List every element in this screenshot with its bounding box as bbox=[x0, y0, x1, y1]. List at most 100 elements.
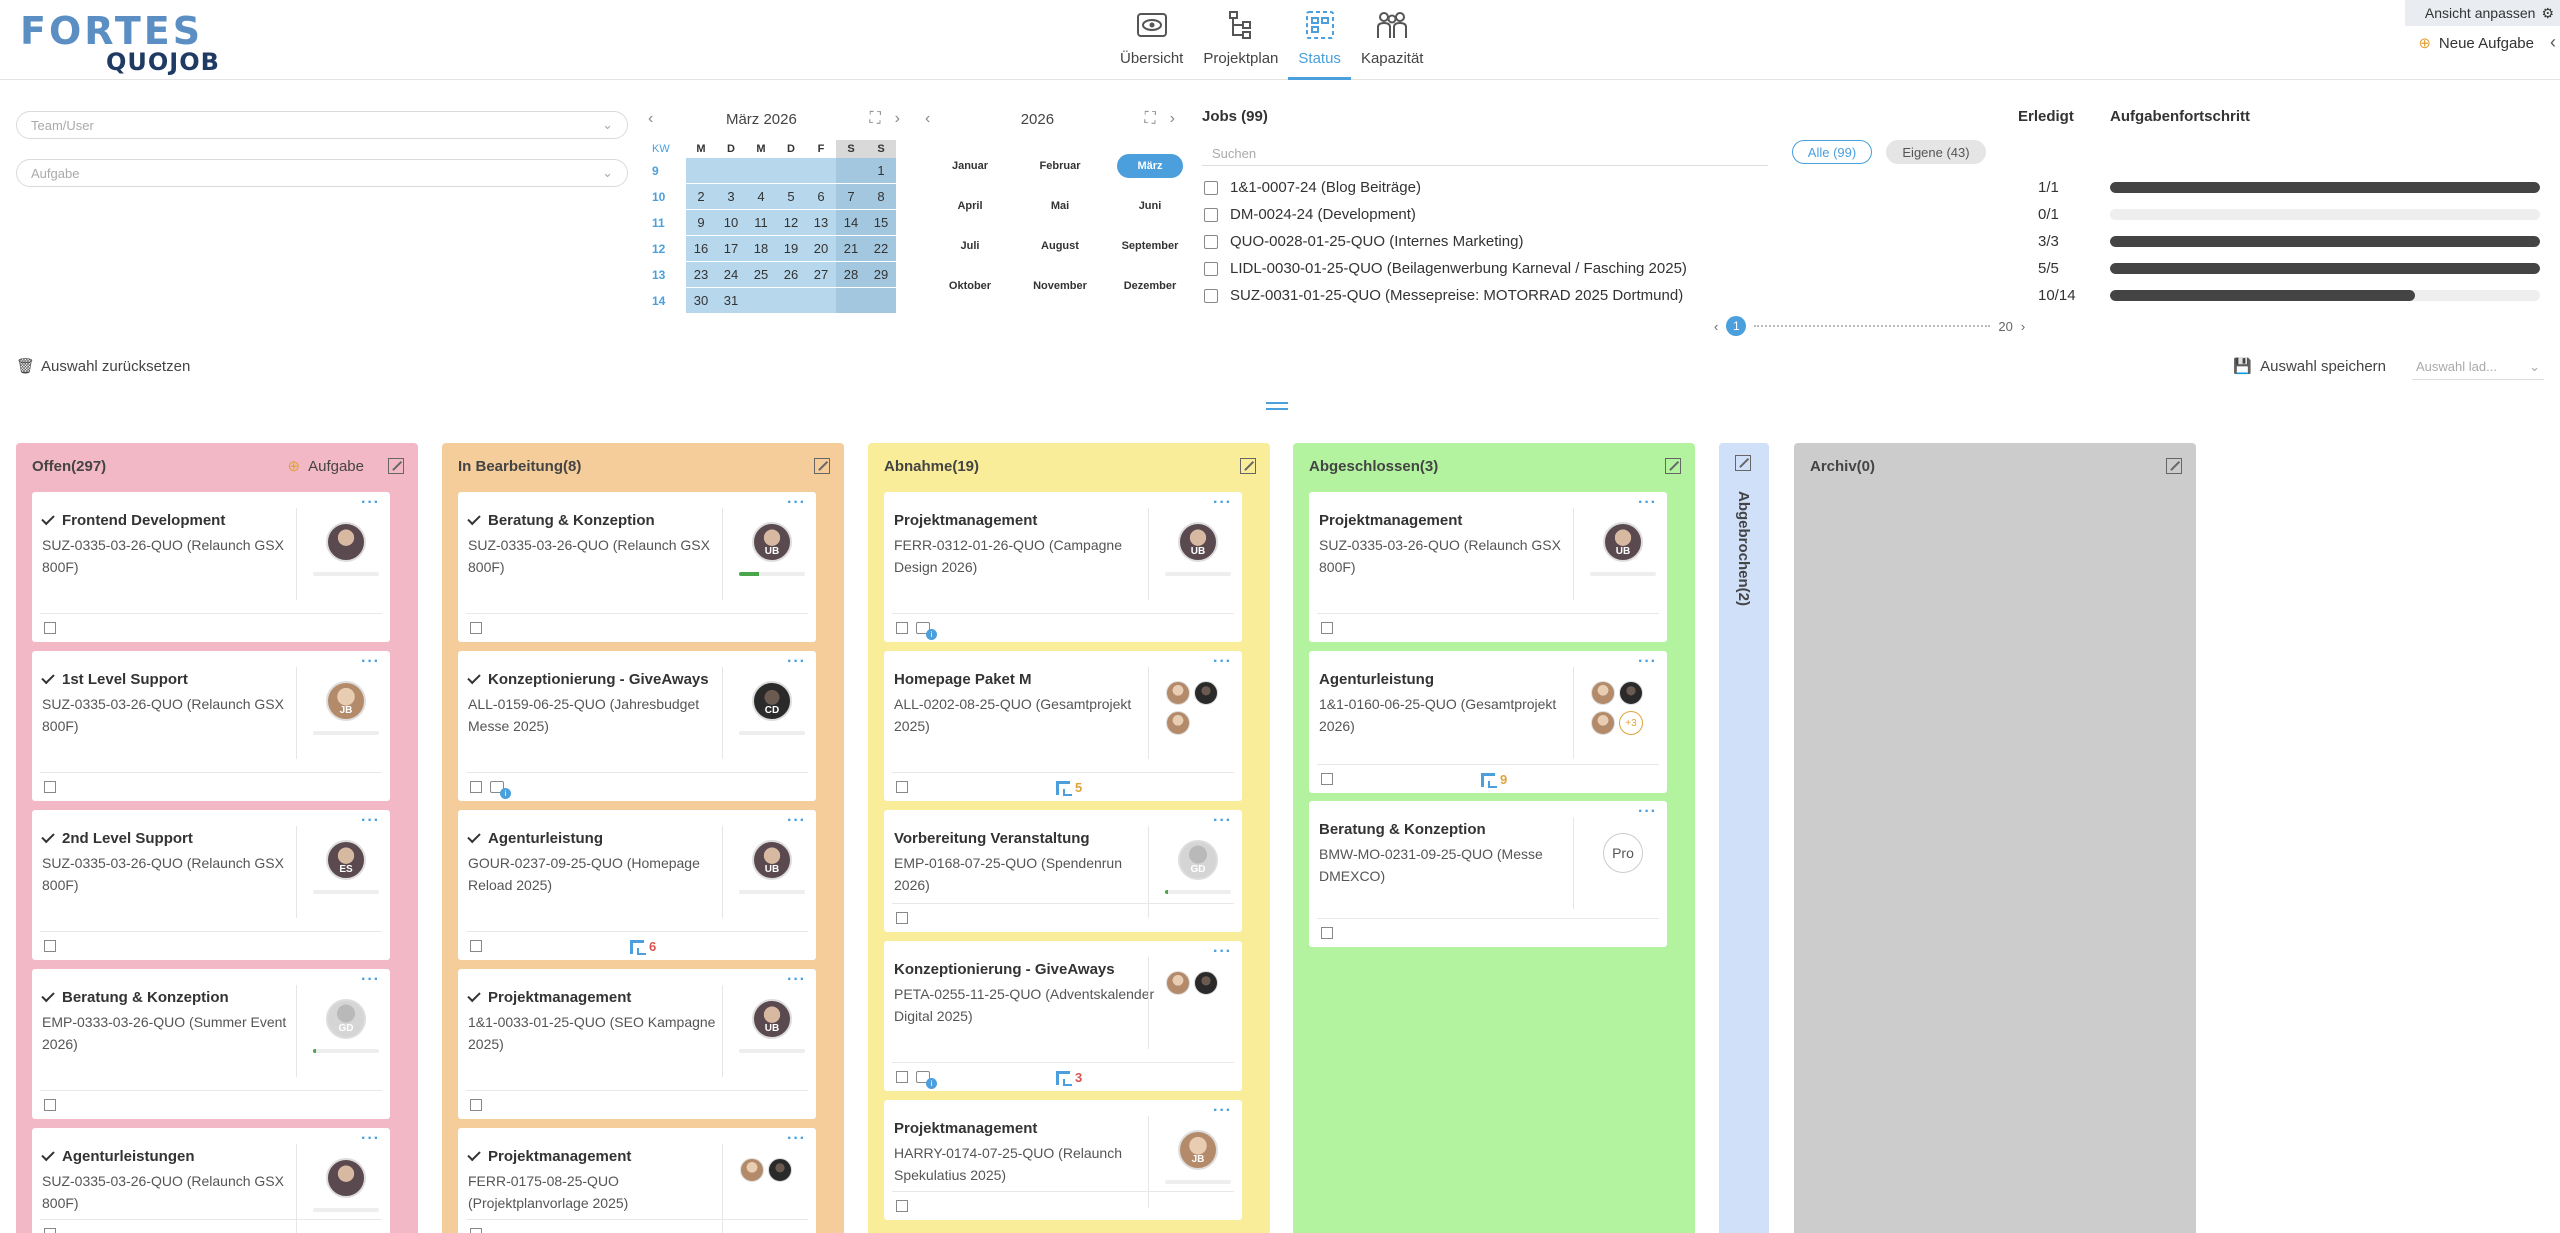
more-options-icon[interactable]: ··· bbox=[361, 812, 380, 830]
calendar-day[interactable]: 14 bbox=[836, 210, 866, 236]
calendar-day[interactable]: 3 bbox=[716, 184, 746, 210]
month-3[interactable]: April bbox=[925, 194, 1015, 218]
calendar-day[interactable]: 23 bbox=[686, 262, 716, 288]
calendar-day[interactable]: 15 bbox=[866, 210, 896, 236]
subtasks-indicator[interactable]: 6 bbox=[630, 939, 656, 955]
task-card[interactable]: ··· Projektmanagement FERR-0312-01-26-QUO … bbox=[884, 492, 1242, 642]
task-card[interactable]: ··· Agenturleistung 1&1-0160-06-25-QUO (Ge… bbox=[1309, 651, 1667, 793]
calendar-day[interactable]: 5 bbox=[776, 184, 806, 210]
job-checkbox[interactable] bbox=[1204, 261, 1218, 276]
edit-icon[interactable] bbox=[896, 1200, 908, 1212]
task-card[interactable]: ··· 1st Level Support SUZ-0335-03-26-QUO (… bbox=[32, 651, 390, 801]
avatar[interactable]: JB bbox=[1178, 1130, 1218, 1170]
job-row[interactable]: QUO-0028-01-25-QUO (Internes Marketing) 3… bbox=[1202, 228, 2542, 255]
task-card[interactable]: ··· Frontend Development SUZ-0335-03-26-QU… bbox=[32, 492, 390, 642]
calendar-day[interactable]: 8 bbox=[866, 184, 896, 210]
jobs-search-input[interactable]: Suchen bbox=[1202, 142, 1768, 166]
nav-kapazitaet[interactable]: Kapazität bbox=[1351, 0, 1434, 80]
task-card[interactable]: ··· Projektmanagement SUZ-0335-03-26-QUO (… bbox=[1309, 492, 1667, 642]
more-assignees-badge[interactable]: +3 bbox=[1619, 711, 1643, 735]
avatar[interactable]: JB bbox=[326, 681, 366, 721]
avatar[interactable] bbox=[1591, 681, 1615, 705]
calendar-day[interactable]: 21 bbox=[836, 236, 866, 262]
filter-all-button[interactable]: Alle (99) bbox=[1792, 140, 1872, 164]
edit-icon[interactable] bbox=[44, 1099, 56, 1111]
edit-icon[interactable] bbox=[896, 622, 908, 634]
avatar-pro[interactable]: Pro bbox=[1603, 833, 1643, 873]
calendar-day[interactable]: 26 bbox=[776, 262, 806, 288]
neue-aufgabe-button[interactable]: ⊕ Neue Aufgabe bbox=[2418, 34, 2534, 53]
edit-icon[interactable] bbox=[1321, 622, 1333, 634]
task-card[interactable]: ··· 2nd Level Support SUZ-0335-03-26-QUO (… bbox=[32, 810, 390, 960]
task-card[interactable]: ··· Vorbereitung Veranstaltung EMP-0168-07… bbox=[884, 810, 1242, 932]
more-options-icon[interactable]: ··· bbox=[787, 494, 806, 512]
calendar-day[interactable]: 19 bbox=[776, 236, 806, 262]
page-last[interactable]: 20 bbox=[1998, 319, 2012, 334]
month-11[interactable]: Dezember bbox=[1105, 274, 1195, 298]
edit-icon[interactable] bbox=[896, 912, 908, 924]
more-options-icon[interactable]: ··· bbox=[787, 653, 806, 671]
edit-icon[interactable] bbox=[470, 940, 482, 952]
week-number[interactable]: 12 bbox=[648, 236, 686, 262]
edit-icon[interactable] bbox=[44, 622, 56, 634]
chevron-left-icon[interactable]: ‹ bbox=[648, 110, 653, 128]
filter-own-button[interactable]: Eigene (43) bbox=[1886, 140, 1986, 164]
calendar-day[interactable]: 7 bbox=[836, 184, 866, 210]
avatar[interactable]: UB bbox=[752, 999, 792, 1039]
month-10[interactable]: November bbox=[1015, 274, 1105, 298]
chevron-right-icon[interactable]: › bbox=[1170, 110, 1175, 128]
month-8[interactable]: September bbox=[1105, 234, 1195, 258]
avatar[interactable] bbox=[1166, 681, 1190, 705]
job-row[interactable]: DM-0024-24 (Development) 0/1 bbox=[1202, 201, 2542, 228]
job-row[interactable]: 1&1-0007-24 (Blog Beiträge) 1/1 bbox=[1202, 174, 2542, 201]
calendar-day[interactable]: 12 bbox=[776, 210, 806, 236]
avatar[interactable] bbox=[768, 1158, 792, 1182]
job-row[interactable]: LIDL-0030-01-25-QUO (Beilagenwerbung Kar… bbox=[1202, 255, 2542, 282]
add-task-button[interactable]: ⊕ Aufgabe bbox=[288, 457, 364, 476]
more-options-icon[interactable]: ··· bbox=[1638, 494, 1657, 512]
edit-icon[interactable] bbox=[470, 1228, 482, 1233]
calendar-day[interactable]: 2 bbox=[686, 184, 716, 210]
chevron-left-icon[interactable]: ‹ bbox=[1714, 319, 1718, 334]
avatar[interactable]: ES bbox=[326, 840, 366, 880]
calendar-day[interactable]: 30 bbox=[686, 288, 716, 314]
avatar[interactable] bbox=[1619, 681, 1643, 705]
task-card[interactable]: ··· Homepage Paket M ALL-0202-08-25-QUO (G… bbox=[884, 651, 1242, 801]
edit-icon[interactable] bbox=[1321, 773, 1333, 785]
edit-icon[interactable] bbox=[44, 940, 56, 952]
month-2[interactable]: März bbox=[1117, 154, 1183, 178]
subtasks-indicator[interactable]: 5 bbox=[1056, 780, 1082, 796]
load-selection-select[interactable]: Auswahl lad... ⌄ bbox=[2412, 354, 2544, 380]
save-selection-button[interactable]: 💾 Auswahl speichern bbox=[2233, 357, 2386, 376]
task-card[interactable]: ··· Konzeptionierung - GiveAways PETA-0255… bbox=[884, 941, 1242, 1091]
more-options-icon[interactable]: ··· bbox=[361, 494, 380, 512]
avatar[interactable] bbox=[326, 522, 366, 562]
avatar[interactable] bbox=[1591, 711, 1615, 735]
more-options-icon[interactable]: ··· bbox=[361, 971, 380, 989]
more-options-icon[interactable]: ··· bbox=[361, 1130, 380, 1148]
more-options-icon[interactable]: ··· bbox=[361, 653, 380, 671]
month-1[interactable]: Februar bbox=[1015, 154, 1105, 178]
expand-icon[interactable] bbox=[1665, 458, 1681, 474]
subtasks-indicator[interactable]: 9 bbox=[1481, 772, 1507, 788]
reset-selection-button[interactable]: 🗑 Auswahl zurücksetzen bbox=[16, 357, 190, 376]
avatar[interactable]: UB bbox=[752, 522, 792, 562]
calendar-day[interactable]: 17 bbox=[716, 236, 746, 262]
nav-projektplan[interactable]: Projektplan bbox=[1193, 0, 1288, 80]
task-card[interactable]: ··· Agenturleistung GOUR-0237-09-25-QUO (H… bbox=[458, 810, 816, 960]
avatar[interactable] bbox=[1166, 971, 1190, 995]
week-number[interactable]: 14 bbox=[648, 288, 686, 314]
page-track[interactable] bbox=[1754, 325, 1991, 327]
task-card[interactable]: ··· Projektmanagement FERR-0175-08-25-QUO … bbox=[458, 1128, 816, 1233]
task-card[interactable]: ··· Beratung & Konzeption BMW-MO-0231-09-2… bbox=[1309, 801, 1667, 947]
month-5[interactable]: Juni bbox=[1105, 194, 1195, 218]
more-options-icon[interactable]: ··· bbox=[1638, 653, 1657, 671]
avatar[interactable]: GD bbox=[1178, 840, 1218, 880]
more-options-icon[interactable]: ··· bbox=[1213, 943, 1232, 961]
calendar-day[interactable]: 25 bbox=[746, 262, 776, 288]
calendar-day[interactable]: 24 bbox=[716, 262, 746, 288]
ansicht-anpassen-button[interactable]: Ansicht anpassen ⚙ bbox=[2405, 0, 2560, 26]
chevron-right-icon[interactable]: › bbox=[2021, 319, 2025, 334]
chevron-left-icon[interactable]: ‹ bbox=[925, 110, 930, 128]
chevron-right-icon[interactable]: › bbox=[895, 110, 900, 128]
